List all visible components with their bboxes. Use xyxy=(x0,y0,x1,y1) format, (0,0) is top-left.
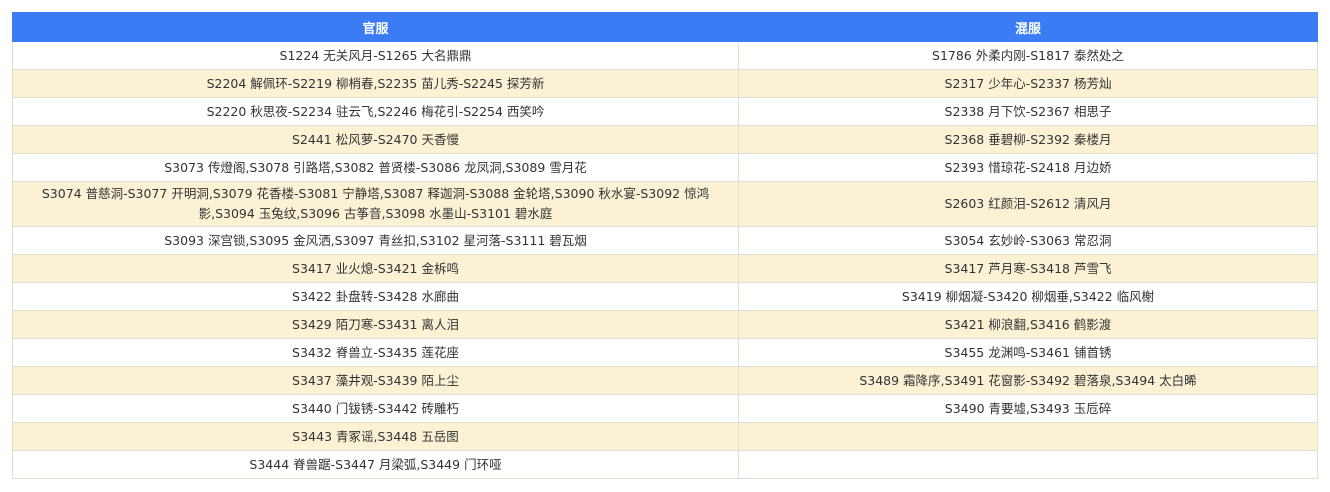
mixed-server-cell: S2368 垂碧柳-S2392 秦楼月 xyxy=(738,125,1318,154)
table-row: S3440 门钹锈-S3442 砖雕朽 S3490 青要墟,S3493 玉卮碎 xyxy=(12,394,1318,423)
official-server-cell: S3417 业火熄-S3421 金柝鸣 xyxy=(12,254,739,283)
header-mixed: 混服 xyxy=(738,12,1318,42)
mixed-server-cell: S2317 少年心-S2337 杨芳灿 xyxy=(738,69,1318,98)
official-server-cell: S3440 门钹锈-S3442 砖雕朽 xyxy=(12,394,739,423)
table-row: S3429 陌刀寒-S3431 离人泪 S3421 柳浪翻,S3416 鹤影渡 xyxy=(12,310,1318,339)
mixed-server-cell xyxy=(738,450,1318,479)
mixed-server-cell: S3054 玄妙岭-S3063 常忍洞 xyxy=(738,226,1318,255)
official-server-cell: S2204 解佩环-S2219 柳梢春,S2235 苗儿秀-S2245 探芳新 xyxy=(12,69,739,98)
mixed-server-cell: S3490 青要墟,S3493 玉卮碎 xyxy=(738,394,1318,423)
official-server-cell: S3444 脊兽踞-S3447 月梁弧,S3449 门环哑 xyxy=(12,450,739,479)
official-server-cell: S2441 松风萝-S2470 天香慢 xyxy=(12,125,739,154)
official-server-cell: S2220 秋思夜-S2234 驻云飞,S2246 梅花引-S2254 西笑吟 xyxy=(12,97,739,126)
table-row: S3074 普慈洞-S3077 开明洞,S3079 花香楼-S3081 宁静塔,… xyxy=(12,181,1318,227)
mixed-server-cell: S3489 霜降序,S3491 花窗影-S3492 碧落泉,S3494 太白晞 xyxy=(738,366,1318,395)
table-row: S3417 业火熄-S3421 金柝鸣 S3417 芦月寒-S3418 芦雪飞 xyxy=(12,254,1318,283)
table-row: S3444 脊兽踞-S3447 月梁弧,S3449 门环哑 xyxy=(12,450,1318,479)
table-row: S2220 秋思夜-S2234 驻云飞,S2246 梅花引-S2254 西笑吟 S… xyxy=(12,97,1318,126)
table-row: S2441 松风萝-S2470 天香慢 S2368 垂碧柳-S2392 秦楼月 xyxy=(12,125,1318,154)
table-row: S2204 解佩环-S2219 柳梢春,S2235 苗儿秀-S2245 探芳新 S… xyxy=(12,69,1318,98)
official-server-cell: S3093 深宫锁,S3095 金风洒,S3097 青丝扣,S3102 星河落-… xyxy=(12,226,739,255)
table-row: S3432 脊兽立-S3435 莲花座 S3455 龙渊鸣-S3461 铺首锈 xyxy=(12,338,1318,367)
mixed-server-cell: S3421 柳浪翻,S3416 鹤影渡 xyxy=(738,310,1318,339)
official-server-cell: S3437 藻井观-S3439 陌上尘 xyxy=(12,366,739,395)
official-server-cell: S3073 传燈阁,S3078 引路塔,S3082 普贤楼-S3086 龙凤洞,… xyxy=(12,153,739,182)
table-row: S3073 传燈阁,S3078 引路塔,S3082 普贤楼-S3086 龙凤洞,… xyxy=(12,153,1318,182)
mixed-server-cell xyxy=(738,422,1318,451)
mixed-server-cell: S3455 龙渊鸣-S3461 铺首锈 xyxy=(738,338,1318,367)
mixed-server-cell: S3417 芦月寒-S3418 芦雪飞 xyxy=(738,254,1318,283)
table-row: S3093 深宫锁,S3095 金风洒,S3097 青丝扣,S3102 星河落-… xyxy=(12,226,1318,255)
official-server-cell: S3422 卦盘转-S3428 水廊曲 xyxy=(12,282,739,311)
table-row: S3422 卦盘转-S3428 水廊曲 S3419 柳烟凝-S3420 柳烟垂,S… xyxy=(12,282,1318,311)
header-official: 官服 xyxy=(12,12,739,42)
table-header: 官服 混服 xyxy=(12,12,1318,42)
official-server-cell: S3074 普慈洞-S3077 开明洞,S3079 花香楼-S3081 宁静塔,… xyxy=(12,181,739,227)
mixed-server-cell: S3419 柳烟凝-S3420 柳烟垂,S3422 临风榭 xyxy=(738,282,1318,311)
table-row: S3437 藻井观-S3439 陌上尘 S3489 霜降序,S3491 花窗影-S… xyxy=(12,366,1318,395)
official-server-cell: S3432 脊兽立-S3435 莲花座 xyxy=(12,338,739,367)
table-row: S3443 青冢谣,S3448 五岳图 xyxy=(12,422,1318,451)
mixed-server-cell: S2603 红颜泪-S2612 清风月 xyxy=(738,181,1318,227)
table-row: S1224 无关风月-S1265 大名鼎鼎 S1786 外柔内刚-S1817 泰然… xyxy=(12,41,1318,70)
official-server-cell: S1224 无关风月-S1265 大名鼎鼎 xyxy=(12,41,739,70)
mixed-server-cell: S2393 惜琼花-S2418 月边娇 xyxy=(738,153,1318,182)
mixed-server-cell: S2338 月下饮-S2367 相思子 xyxy=(738,97,1318,126)
official-server-cell: S3443 青冢谣,S3448 五岳图 xyxy=(12,422,739,451)
mixed-server-cell: S1786 外柔内刚-S1817 泰然处之 xyxy=(738,41,1318,70)
official-server-cell: S3429 陌刀寒-S3431 离人泪 xyxy=(12,310,739,339)
server-table: 官服 混服 S1224 无关风月-S1265 大名鼎鼎 S1786 外柔内刚-S1… xyxy=(12,12,1318,479)
